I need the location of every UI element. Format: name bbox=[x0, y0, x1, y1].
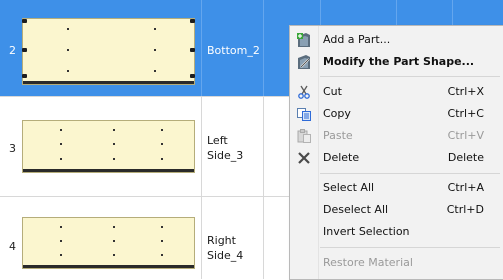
part-thumbnail[interactable] bbox=[22, 217, 195, 269]
menu-item-shortcut: Ctrl+D bbox=[446, 203, 484, 216]
menu-item-label: Copy bbox=[323, 107, 351, 120]
paste-icon bbox=[296, 128, 312, 144]
edge-marker bbox=[22, 19, 27, 23]
row-index: 4 bbox=[9, 240, 16, 253]
thumbnail-base-edge bbox=[23, 265, 194, 268]
menu-item-label: Invert Selection bbox=[323, 225, 410, 238]
add-part-icon bbox=[296, 32, 312, 48]
menu-item-restore-material[interactable]: Restore Material bbox=[290, 252, 503, 274]
part-name-line: Left bbox=[207, 134, 228, 147]
edge-marker bbox=[190, 74, 195, 78]
part-name-line: Side_4 bbox=[207, 249, 244, 262]
part-name: Left Side_3 bbox=[207, 133, 243, 163]
part-name: Right Side_4 bbox=[207, 233, 243, 263]
menu-item-copy[interactable]: Copy Ctrl+C bbox=[290, 103, 503, 125]
menu-item-shortcut: Ctrl+X bbox=[447, 85, 484, 98]
menu-item-label: Modify the Part Shape... bbox=[323, 55, 475, 68]
column-divider bbox=[201, 97, 202, 279]
part-thumbnail[interactable] bbox=[22, 120, 195, 173]
menu-item-label: Select All bbox=[323, 181, 375, 194]
thumbnail-base-edge bbox=[23, 169, 194, 172]
edge-marker bbox=[190, 48, 195, 52]
menu-separator bbox=[320, 173, 500, 174]
part-name-line: Right bbox=[207, 234, 236, 247]
delete-x-icon bbox=[296, 150, 312, 166]
menu-item-add-part[interactable]: Add a Part... bbox=[290, 29, 503, 51]
menu-item-invert-selection[interactable]: Invert Selection bbox=[290, 221, 503, 243]
menu-item-label: Add a Part... bbox=[323, 33, 391, 46]
menu-item-shortcut: Ctrl+A bbox=[447, 181, 484, 194]
menu-item-paste[interactable]: Paste Ctrl+V bbox=[290, 125, 503, 147]
edge-marker bbox=[22, 74, 27, 78]
row-index: 3 bbox=[9, 142, 16, 155]
part-name: Bottom_2 bbox=[207, 43, 260, 58]
row-index: 2 bbox=[9, 44, 16, 57]
menu-item-label: Delete bbox=[323, 151, 360, 164]
menu-item-label: Paste bbox=[323, 129, 353, 142]
menu-item-label: Restore Material bbox=[323, 256, 413, 269]
copy-icon bbox=[296, 106, 312, 122]
menu-item-deselect-all[interactable]: Deselect All Ctrl+D bbox=[290, 199, 503, 221]
part-thumbnail[interactable] bbox=[22, 18, 195, 85]
menu-item-shortcut: Ctrl+C bbox=[447, 107, 484, 120]
menu-item-shortcut: Delete bbox=[447, 151, 484, 164]
menu-item-cut[interactable]: Cut Ctrl+X bbox=[290, 81, 503, 103]
scissors-icon bbox=[296, 84, 312, 100]
column-divider bbox=[263, 0, 264, 96]
modify-shape-icon bbox=[296, 54, 312, 70]
menu-item-label: Cut bbox=[323, 85, 342, 98]
menu-item-shortcut: Ctrl+V bbox=[447, 129, 484, 142]
menu-separator bbox=[320, 247, 500, 248]
part-name-line: Bottom_2 bbox=[207, 44, 260, 57]
edge-marker bbox=[190, 19, 195, 23]
menu-item-select-all[interactable]: Select All Ctrl+A bbox=[290, 177, 503, 199]
menu-item-delete[interactable]: Delete Delete bbox=[290, 147, 503, 169]
menu-separator bbox=[320, 76, 500, 77]
context-menu: Add a Part... Modify the Part Shape... C… bbox=[289, 25, 503, 280]
menu-item-label: Deselect All bbox=[323, 203, 389, 216]
menu-item-modify-part-shape[interactable]: Modify the Part Shape... bbox=[290, 51, 503, 73]
column-divider bbox=[201, 0, 202, 96]
thumbnail-base-edge bbox=[23, 81, 194, 84]
column-divider bbox=[263, 97, 264, 279]
edge-marker bbox=[22, 48, 27, 52]
part-name-line: Side_3 bbox=[207, 149, 244, 162]
